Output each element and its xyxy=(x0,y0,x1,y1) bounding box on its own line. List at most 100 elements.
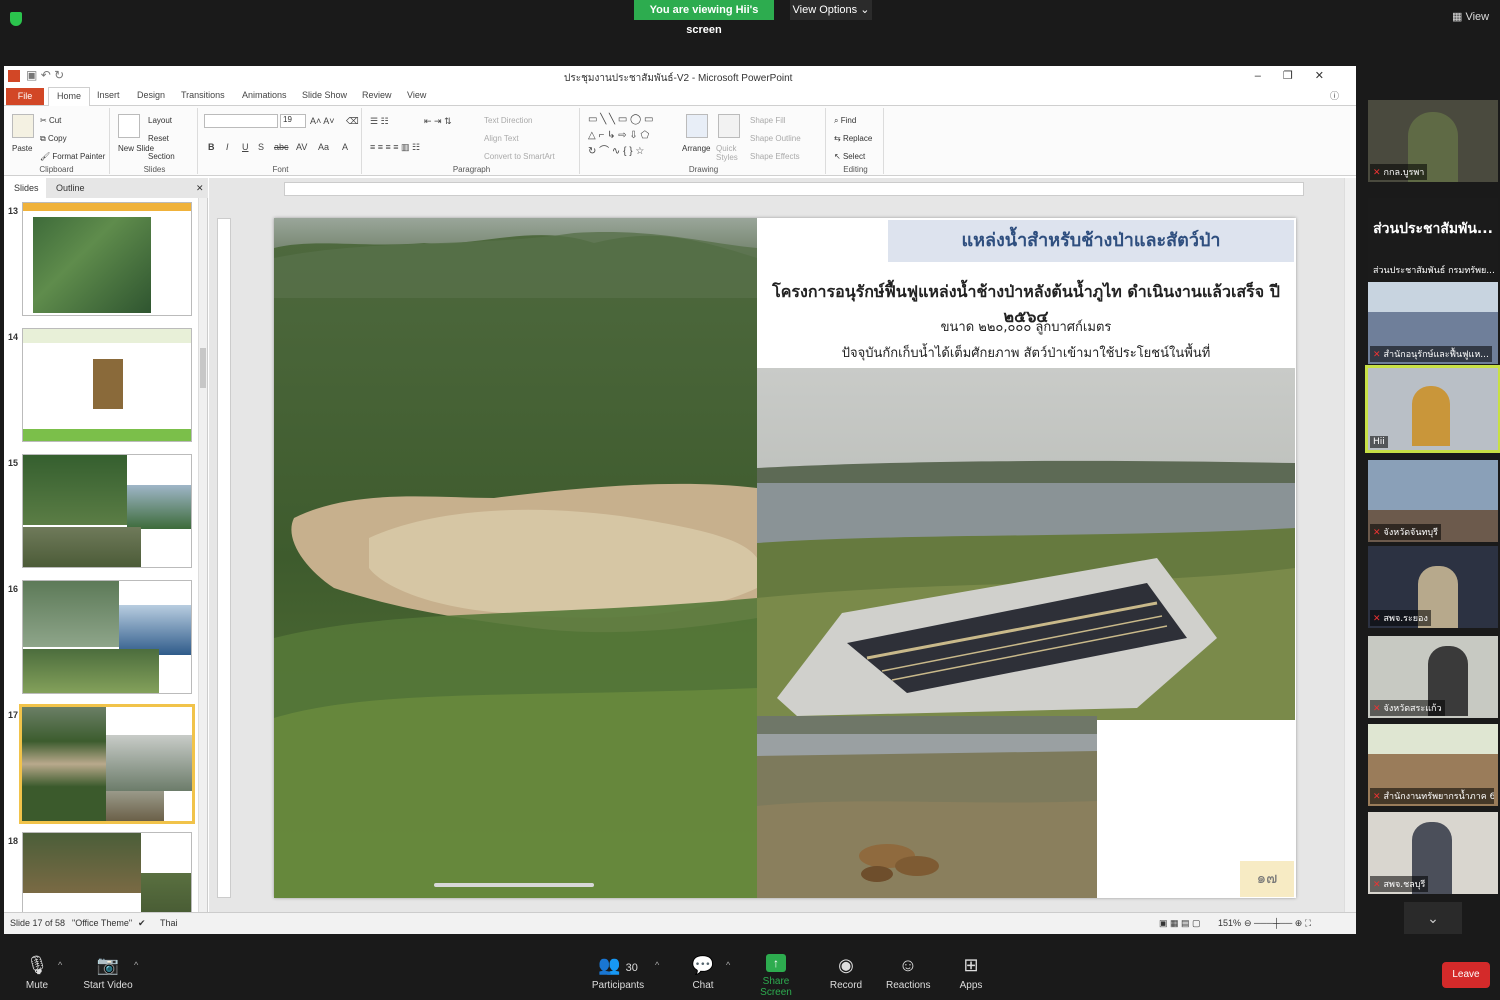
tab-transitions[interactable]: Transitions xyxy=(181,90,225,100)
tab-outline[interactable]: Outline xyxy=(56,183,85,193)
participants-button[interactable]: 👥 30 Participants xyxy=(590,954,646,991)
chat-button[interactable]: 💬 Chat xyxy=(688,954,718,991)
audio-options-chevron-icon[interactable]: ^ xyxy=(58,960,62,970)
tab-home[interactable]: Home xyxy=(48,87,91,107)
select-button[interactable]: ↖ Select xyxy=(834,152,865,161)
gallery-scroll-down-button[interactable]: ⌄ xyxy=(1404,902,1462,934)
video-options-chevron-icon[interactable]: ^ xyxy=(134,960,138,970)
slide-thumbnail[interactable] xyxy=(22,832,192,912)
view-normal-icon[interactable]: ▣ ▦ ▤ ▢ xyxy=(1159,918,1201,929)
editing-scrollbar[interactable] xyxy=(1344,178,1356,912)
participants-chevron-icon[interactable]: ^ xyxy=(655,960,659,970)
strikethrough-icon[interactable]: abc xyxy=(274,142,289,152)
convert-smartart-button[interactable]: Convert to SmartArt xyxy=(484,152,555,161)
underline-icon[interactable]: U xyxy=(242,142,249,152)
cut-button[interactable]: ✂ Cut xyxy=(40,116,61,125)
reactions-button[interactable]: ☺ Reactions xyxy=(886,954,930,991)
view-button[interactable]: ▦ View xyxy=(1452,10,1489,23)
slide-thumbnail[interactable] xyxy=(22,580,192,694)
thumbnail-scrollbar[interactable] xyxy=(198,198,207,912)
window-controls[interactable]: –❐✕ xyxy=(1255,69,1346,82)
slide-thumbnail[interactable] xyxy=(22,328,192,442)
tab-file[interactable]: File xyxy=(6,88,44,105)
apps-button[interactable]: ⊞ Apps xyxy=(956,954,986,991)
slide-thumbnail-active[interactable] xyxy=(19,704,195,824)
tab-design[interactable]: Design xyxy=(137,90,165,100)
horizontal-ruler[interactable] xyxy=(284,182,1304,196)
new-slide-icon[interactable] xyxy=(118,114,140,138)
minimize-icon[interactable]: – xyxy=(1255,70,1283,82)
align-icons[interactable]: ≡ ≡ ≡ ≡ ▥ ☷ xyxy=(370,142,420,153)
undo-icon[interactable]: ↶ xyxy=(41,68,51,82)
slide-thumbnail[interactable] xyxy=(22,202,192,316)
font-name-field[interactable] xyxy=(204,114,278,128)
restore-icon[interactable]: ❐ xyxy=(1283,70,1315,82)
quick-access-toolbar[interactable]: ▣ ↶ ↻ xyxy=(8,68,64,82)
tab-insert[interactable]: Insert xyxy=(97,90,120,100)
arrange-button[interactable]: Arrange xyxy=(682,144,710,153)
layout-button[interactable]: Layout xyxy=(148,116,172,125)
grow-font-icon[interactable]: A˄ A˅ xyxy=(310,116,335,126)
indent-icon[interactable]: ⇤ ⇥ ⇅ xyxy=(424,116,452,127)
start-video-button[interactable]: 📷 Start Video xyxy=(80,954,136,991)
spacing-icon[interactable]: AV xyxy=(296,142,307,152)
spellcheck-icon[interactable]: ✔ xyxy=(138,918,146,929)
close-icon[interactable]: ✕ xyxy=(1315,70,1346,82)
quick-styles-button[interactable]: Quick Styles xyxy=(716,144,746,162)
bold-icon[interactable]: B xyxy=(208,142,215,152)
redo-icon[interactable]: ↻ xyxy=(54,68,64,82)
arrange-icon[interactable] xyxy=(686,114,708,138)
slide-canvas[interactable]: แหล่งน้ำสำหรับช้างป่าและสัตว์ป่า โครงการ… xyxy=(274,218,1296,898)
copy-button[interactable]: ⧉ Copy xyxy=(40,134,67,144)
font-size-field[interactable]: 19 xyxy=(280,114,306,128)
chat-chevron-icon[interactable]: ^ xyxy=(726,960,730,970)
shadow-icon[interactable]: S xyxy=(258,142,264,152)
italic-icon[interactable]: I xyxy=(226,142,229,152)
clear-format-icon[interactable]: ⌫ xyxy=(346,116,359,127)
slide-thumbnail[interactable] xyxy=(22,454,192,568)
shapes-gallery-icon[interactable]: ▭ ╲ ╲ ▭ ◯ ▭ △ ⌐ ↳ ⇨ ⇩ ⬠ ↻ ⌒ ∿ { } ☆ xyxy=(588,112,678,160)
participant-tile[interactable]: ✕ กกล.บูรพา xyxy=(1368,100,1498,182)
save-icon[interactable]: ▣ xyxy=(26,68,37,82)
participant-tile[interactable]: ✕ จังหวัดสระแก้ว xyxy=(1368,636,1498,718)
share-screen-button[interactable]: ↑ Share Screen xyxy=(746,954,806,998)
shape-fill-button[interactable]: Shape Fill xyxy=(750,116,786,125)
quick-styles-icon[interactable] xyxy=(718,114,740,138)
align-text-button[interactable]: Align Text xyxy=(484,134,519,143)
shape-outline-button[interactable]: Shape Outline xyxy=(750,134,801,143)
close-pane-icon[interactable]: ✕ xyxy=(196,183,204,194)
scroll-thumb[interactable] xyxy=(200,348,206,388)
mute-button[interactable]: 🎙 Mute xyxy=(22,954,52,991)
format-painter-button[interactable]: 🖌 Format Painter xyxy=(40,152,105,161)
tab-slide-show[interactable]: Slide Show xyxy=(302,90,347,100)
bullets-icon[interactable]: ☰ ☷ xyxy=(370,116,389,127)
participant-tile[interactable]: ✕ สำนักงานทรัพยากรน้ำภาค 6 xyxy=(1368,724,1498,806)
find-button[interactable]: ⌕ Find xyxy=(834,116,856,126)
vertical-ruler[interactable] xyxy=(217,218,231,898)
tab-animations[interactable]: Animations xyxy=(242,90,287,100)
zoom-slider[interactable]: ⊖ ───┼── ⊕ ⛶ xyxy=(1244,918,1311,929)
text-direction-button[interactable]: Text Direction xyxy=(484,116,532,125)
tab-view[interactable]: View xyxy=(407,90,426,100)
view-options-button[interactable]: View Options ⌄ xyxy=(790,0,872,20)
participant-tile[interactable]: ✕ สพจ.ชลบุรี xyxy=(1368,812,1498,894)
section-button[interactable]: Section xyxy=(148,152,175,161)
leave-button[interactable]: Leave xyxy=(1442,962,1490,988)
participant-tile-active-speaker[interactable]: Hii xyxy=(1365,365,1500,453)
participant-tile[interactable]: ✕ สำนักอนุรักษ์และฟื้นฟูแห... xyxy=(1368,282,1498,364)
tab-review[interactable]: Review xyxy=(362,90,392,100)
tab-slides[interactable]: Slides xyxy=(14,183,39,193)
paste-icon[interactable] xyxy=(12,114,34,138)
record-button[interactable]: ◉ Record xyxy=(828,954,864,991)
font-color-icon[interactable]: A xyxy=(342,142,348,152)
help-icon[interactable]: ⓘ xyxy=(1330,89,1339,102)
participant-tile[interactable]: ส่วนประชาสัมพัน... ส่วนประชาสัมพันธ์ กรม… xyxy=(1368,198,1498,280)
participant-tile[interactable]: ✕ สพจ.ระยอง xyxy=(1368,546,1498,628)
shape-effects-button[interactable]: Shape Effects xyxy=(750,152,800,161)
change-case-icon[interactable]: Aa xyxy=(318,142,329,152)
participant-tile[interactable]: ✕ จังหวัดจันทบุรี xyxy=(1368,460,1498,542)
paste-button[interactable]: Paste xyxy=(12,144,32,153)
reset-button[interactable]: Reset xyxy=(148,134,169,143)
shield-icon[interactable] xyxy=(10,12,22,26)
replace-button[interactable]: ⇆ Replace xyxy=(834,134,872,143)
